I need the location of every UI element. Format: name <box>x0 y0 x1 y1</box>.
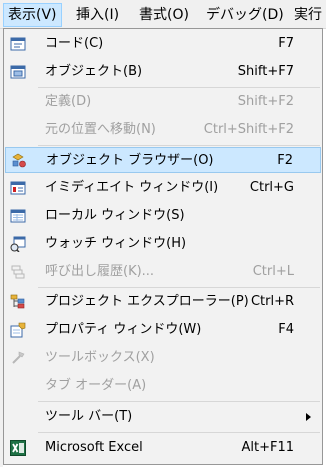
locals-window-icon <box>10 208 26 224</box>
submenu-arrow-icon <box>306 413 311 421</box>
call-stack-icon <box>10 264 26 280</box>
shortcut-text: Ctrl+R <box>250 294 294 309</box>
menu-item-label: イミディエイト ウィンドウ(I) <box>45 180 219 195</box>
menu-item-definition[interactable]: 定義(D) Shift+F2 <box>5 89 321 115</box>
menu-item-label: プロジェクト エクスプローラー(P) <box>45 294 249 309</box>
menu-format[interactable]: 書式(O) <box>135 4 193 26</box>
menu-bar: 表示(V) 挿入(I) 書式(O) デバッグ(D) 実行 <box>0 0 326 29</box>
menu-item-last-position[interactable]: 元の位置へ移動(N) Ctrl+Shift+F2 <box>5 117 321 143</box>
menu-item-label: タブ オーダー(A) <box>45 378 147 393</box>
menu-item-watch-window[interactable]: ウォッチ ウィンドウ(H) <box>5 231 321 257</box>
immediate-window-icon <box>10 180 26 196</box>
menu-separator <box>38 87 320 88</box>
shortcut-text: Shift+F2 <box>237 94 294 109</box>
menu-item-label: 元の位置へ移動(N) <box>45 122 156 137</box>
project-explorer-icon <box>10 294 26 310</box>
menu-item-immediate-window[interactable]: イミディエイト ウィンドウ(I) Ctrl+G <box>5 175 321 201</box>
menu-insert[interactable]: 挿入(I) <box>72 4 123 26</box>
menu-view[interactable]: 表示(V) <box>3 3 62 27</box>
menu-item-tab-order[interactable]: タブ オーダー(A) <box>5 373 321 399</box>
menu-item-label: Microsoft Excel <box>45 440 143 455</box>
menu-item-object[interactable]: オブジェクト(B) Shift+F7 <box>5 59 321 85</box>
menu-item-label: ウォッチ ウィンドウ(H) <box>45 236 187 251</box>
shortcut-text: F7 <box>278 36 294 51</box>
shortcut-text: F2 <box>277 153 293 168</box>
shortcut-text: Ctrl+G <box>249 180 294 195</box>
shortcut-text: F4 <box>278 322 294 337</box>
toolbox-icon <box>10 350 26 366</box>
shortcut-text: Alt+F11 <box>241 440 294 455</box>
menu-item-toolbars[interactable]: ツール バー(T) <box>5 404 321 430</box>
view-menu: コード(C) F7 オブジェクト(B) Shift+F7 定義(D) Shift… <box>3 28 323 465</box>
menu-item-label: コード(C) <box>45 36 104 51</box>
menu-item-call-stack[interactable]: 呼び出し履歴(K)... Ctrl+L <box>5 259 321 285</box>
menu-item-label: ローカル ウィンドウ(S) <box>45 208 185 223</box>
watch-window-icon <box>10 236 26 253</box>
menu-item-microsoft-excel[interactable]: Microsoft Excel Alt+F11 <box>5 435 321 461</box>
menu-item-toolbox[interactable]: ツールボックス(X) <box>5 345 321 371</box>
excel-icon <box>10 440 26 456</box>
menu-item-label: オブジェクト(B) <box>45 64 143 79</box>
code-window-icon <box>10 36 26 52</box>
properties-window-icon <box>10 322 26 338</box>
menu-separator <box>38 432 320 433</box>
menu-item-code[interactable]: コード(C) F7 <box>5 31 321 57</box>
object-window-icon <box>10 64 26 80</box>
menu-run[interactable]: 実行 <box>290 4 326 26</box>
menu-separator <box>38 401 320 402</box>
menu-separator <box>38 145 320 146</box>
shortcut-text: Shift+F7 <box>237 64 294 79</box>
menu-item-object-browser[interactable]: オブジェクト ブラウザー(O) F2 <box>5 147 321 173</box>
menu-item-label: ツール バー(T) <box>45 409 133 424</box>
shortcut-text: Ctrl+Shift+F2 <box>203 122 294 137</box>
menu-separator <box>38 287 320 288</box>
object-browser-icon <box>11 153 27 169</box>
shortcut-text: Ctrl+L <box>252 264 294 279</box>
menu-item-properties-window[interactable]: プロパティ ウィンドウ(W) F4 <box>5 317 321 343</box>
menu-item-label: オブジェクト ブラウザー(O) <box>46 153 214 168</box>
menu-debug[interactable]: デバッグ(D) <box>202 4 288 26</box>
menu-item-project-explorer[interactable]: プロジェクト エクスプローラー(P) Ctrl+R <box>5 289 321 315</box>
menu-item-locals-window[interactable]: ローカル ウィンドウ(S) <box>5 203 321 229</box>
menu-item-label: プロパティ ウィンドウ(W) <box>45 322 202 337</box>
menu-item-label: ツールボックス(X) <box>45 350 155 365</box>
menu-item-label: 定義(D) <box>45 94 92 109</box>
menu-item-label: 呼び出し履歴(K)... <box>45 264 155 279</box>
